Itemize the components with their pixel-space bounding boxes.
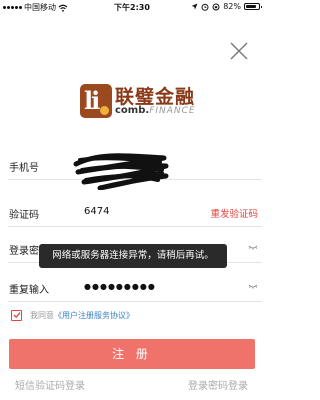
status-right: 82%: [191, 2, 262, 11]
logo-name-en: comb.FINANCE: [115, 105, 196, 116]
error-toast: 网络或服务器连接异常，请稍后再试。: [39, 244, 227, 268]
battery-icon: [244, 3, 262, 10]
agree-checkbox[interactable]: [11, 309, 22, 321]
register-button[interactable]: 注 册: [9, 339, 255, 369]
code-row[interactable]: 验证码 6474 重发验证码: [8, 197, 262, 227]
status-bar: 中国移动 下午2:30 82%: [0, 0, 264, 14]
location-icon: [191, 3, 198, 10]
battery-percent: 82%: [223, 2, 241, 11]
agree-text: 我同意: [30, 310, 54, 320]
code-label: 验证码: [9, 210, 39, 221]
checkmark-icon: [13, 312, 21, 319]
close-icon: [230, 42, 248, 60]
resend-code-button[interactable]: 重发验证码: [210, 206, 258, 220]
agreement-row: 我同意《用户注册服务协议》: [11, 308, 134, 322]
rotation-lock-icon: [212, 3, 220, 10]
confirm-label: 重复输入: [9, 285, 49, 296]
confirm-input[interactable]: ●●●●●●●●●: [84, 282, 156, 291]
password-login-link[interactable]: 登录密码登录: [188, 377, 248, 392]
brand-logo: li 联璧金融 comb.FINANCE: [80, 84, 200, 118]
agreement-link[interactable]: 《用户注册服务协议》: [54, 311, 134, 320]
sms-login-link[interactable]: 短信验证码登录: [15, 377, 85, 392]
eye-closed-icon[interactable]: [248, 243, 258, 251]
logo-mark: li: [80, 84, 112, 118]
redaction-scribble: [73, 153, 169, 190]
code-input[interactable]: 6474: [84, 206, 109, 217]
close-button[interactable]: [228, 40, 250, 62]
phone-label: 手机号: [9, 163, 39, 174]
alarm-icon: [201, 3, 209, 11]
confirm-row[interactable]: 重复输入 ●●●●●●●●●: [8, 272, 262, 302]
eye-closed-icon[interactable]: [248, 282, 258, 290]
